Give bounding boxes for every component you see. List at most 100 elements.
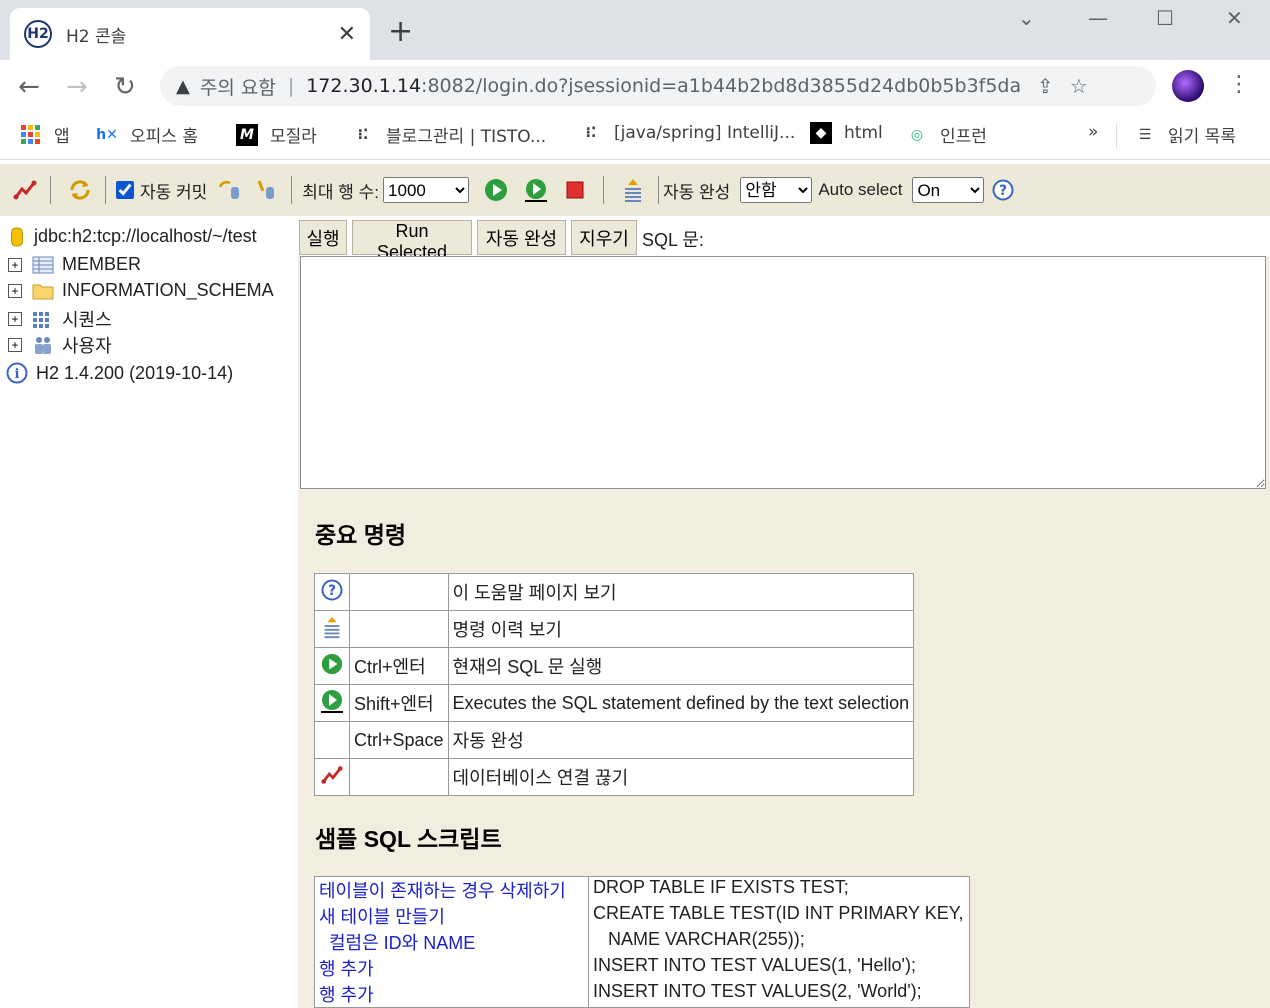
maximize-icon[interactable]: ☐	[1156, 6, 1174, 30]
auto-complete-select[interactable]: 안함	[740, 177, 813, 203]
close-tab-icon[interactable]: ✕	[338, 22, 356, 47]
table-cell	[314, 721, 350, 759]
commit-icon[interactable]	[253, 177, 279, 203]
profile-avatar[interactable]	[1172, 70, 1204, 102]
url-path: :8082/login.do?jsessionid=a1b44b2bd8d385…	[421, 75, 1022, 97]
reading-list-label: 읽기 목록	[1168, 127, 1236, 147]
help-icon[interactable]: ?	[992, 179, 1014, 201]
bookmark-label: 앱	[54, 127, 70, 147]
toolbar-separator	[105, 176, 106, 204]
bookmark-tistory-blog[interactable]: ⁝⁚ 블로그관리 | TISTO...	[352, 122, 547, 148]
run-icon[interactable]	[483, 177, 509, 203]
description-cell: 데이터베이스 연결 끊기	[447, 758, 915, 796]
sample-link[interactable]: 행 추가	[314, 981, 589, 1008]
description-cell: Executes the SQL statement defined by th…	[447, 684, 915, 722]
reading-list-icon: ☰	[1138, 126, 1152, 143]
clear-button[interactable]: 지우기	[571, 220, 637, 255]
auto-complete-button[interactable]: 자동 완성	[477, 220, 566, 255]
apps-grid-icon	[20, 124, 42, 146]
browser-menu-icon[interactable]: ⋮	[1228, 72, 1250, 97]
bookmark-html[interactable]: ◆ html	[810, 122, 883, 144]
tistory-icon: ⁝⁚	[585, 125, 597, 141]
star-bookmark-icon[interactable]: ☆	[1070, 74, 1088, 98]
auto-select-select[interactable]: On	[912, 177, 985, 203]
help-icon: ?	[321, 579, 343, 600]
table-row: 데이터베이스 연결 끊기	[314, 758, 915, 796]
bookmark-java-spring[interactable]: ⁝⁚ [java/spring] IntelliJ...	[580, 122, 796, 144]
tree-item-users[interactable]: + 사용자	[8, 332, 112, 358]
sample-sql-cell: DROP TABLE IF EXISTS TEST;	[593, 877, 849, 897]
reading-list[interactable]: ☰ 읽기 목록	[1134, 122, 1236, 148]
chevron-down-icon[interactable]: ⌄	[1018, 6, 1035, 30]
address-bar[interactable]: ▲ 주의 요함 | 172.30.1.14 :8082/login.do?jse…	[160, 66, 1156, 106]
minimize-icon[interactable]: —	[1088, 6, 1108, 30]
h2-toolbar: 자동 커밋 최대 행 수: 1000 자동 완성 안함 Auto select …	[0, 164, 1270, 216]
version-label: H2 1.4.200 (2019-10-14)	[36, 362, 234, 383]
browser-tab[interactable]: H2 H2 콘솔 ✕	[10, 8, 370, 60]
refresh-icon[interactable]	[67, 177, 93, 203]
tree-item-member[interactable]: + MEMBER	[8, 254, 141, 275]
expand-plus-icon[interactable]: +	[8, 257, 22, 272]
shortcut-cell: Shift+엔터	[349, 684, 449, 722]
table-row: Ctrl+엔터 현재의 SQL 문 실행	[314, 647, 915, 685]
expand-plus-icon[interactable]: +	[8, 283, 22, 298]
tistory-icon: ⁝⁚	[357, 126, 369, 143]
rollback-icon[interactable]	[217, 177, 243, 203]
toolbar-separator	[50, 176, 51, 204]
bookmark-office-home[interactable]: h✕ 오피스 홈	[96, 122, 198, 148]
bookmark-apps[interactable]: 앱	[20, 122, 70, 147]
history-icon[interactable]	[620, 177, 646, 203]
back-arrow-icon[interactable]: ←	[18, 72, 40, 102]
not-secure-label: 주의 요함	[199, 76, 276, 99]
bookmarks-more[interactable]: »	[1088, 122, 1098, 142]
reload-icon[interactable]: ↻	[114, 72, 136, 102]
shortcut-cell: Ctrl+Space	[349, 721, 449, 759]
sample-link[interactable]: 새 테이블 만들기	[314, 903, 589, 929]
run-selected-button[interactable]: Run Selected	[352, 220, 472, 262]
bookmark-inflearn[interactable]: ◎ 인프런	[906, 122, 987, 148]
max-rows-select[interactable]: 1000	[383, 177, 470, 203]
tree-item-label: INFORMATION_SCHEMA	[62, 280, 274, 300]
new-tab-icon[interactable]: +	[388, 14, 413, 49]
sample-sql-cell: NAME VARCHAR(255));	[589, 929, 970, 955]
shortcut-cell	[349, 610, 449, 648]
tree-item-sequences[interactable]: + 시퀀스	[8, 306, 112, 332]
table-row: 행 추가 INSERT INTO TEST VALUES(1, 'Hello')…	[314, 955, 970, 981]
table-row: 행 추가 INSERT INTO TEST VALUES(2, 'World')…	[314, 981, 970, 1008]
expand-plus-icon[interactable]: +	[8, 338, 22, 352]
run-icon	[321, 653, 343, 674]
table-row: 컬럼은 ID와 NAME NAME VARCHAR(255));	[314, 929, 970, 955]
auto-select-label: Auto select	[818, 180, 903, 199]
sample-link[interactable]: 컬럼은 ID와 NAME	[314, 929, 589, 955]
tree-item-information-schema[interactable]: + INFORMATION_SCHEMA	[8, 280, 274, 301]
bookmark-label: 오피스 홈	[130, 127, 198, 147]
share-icon[interactable]: ⇪	[1037, 74, 1054, 98]
forward-arrow-icon[interactable]: →	[66, 72, 88, 102]
svg-text:?: ?	[328, 583, 336, 599]
query-panel: 실행 Run Selected 자동 완성 지우기 SQL 문: 중요 명령 ?…	[298, 216, 1270, 1008]
url-host: 172.30.1.14	[306, 75, 422, 97]
url-separator: |	[287, 75, 295, 97]
sql-input[interactable]	[300, 256, 1266, 489]
command-bar: 실행 Run Selected 자동 완성 지우기 SQL 문:	[298, 216, 1270, 262]
table-row: 새 테이블 만들기 CREATE TABLE TEST(ID INT PRIMA…	[314, 903, 970, 929]
sample-sql-cell: INSERT INTO TEST VALUES(1, 'Hello');	[593, 955, 916, 975]
window-close-icon[interactable]: ✕	[1226, 6, 1243, 30]
auto-commit-toggle[interactable]: 자동 커밋	[116, 178, 207, 203]
auto-commit-checkbox[interactable]	[116, 181, 134, 199]
expand-plus-icon[interactable]: +	[8, 312, 22, 326]
shortcut-cell: Ctrl+엔터	[349, 647, 449, 685]
connection-node[interactable]: jdbc:h2:tcp://localhost/~/test	[8, 226, 257, 247]
users-icon	[35, 337, 51, 354]
tab-title: H2 콘솔	[66, 26, 127, 47]
important-commands-title: 중요 명령	[315, 522, 407, 548]
run-button[interactable]: 실행	[299, 220, 347, 255]
stop-icon[interactable]	[565, 180, 585, 200]
bookmark-mozilla[interactable]: M 모질라	[236, 122, 317, 147]
run-selected-icon[interactable]	[523, 177, 549, 203]
sample-link[interactable]: 테이블이 존재하는 경우 삭제하기	[314, 876, 589, 903]
disconnect-icon[interactable]	[12, 177, 38, 203]
sample-link[interactable]: 행 추가	[314, 955, 589, 981]
address-toolbar: ← → ↻ ▲ 주의 요함 | 172.30.1.14 :8082/login.…	[0, 60, 1270, 112]
bookmarks-bar: 앱 h✕ 오피스 홈 M 모질라 ⁝⁚ 블로그관리 | TISTO... ⁝⁚ …	[0, 112, 1270, 160]
